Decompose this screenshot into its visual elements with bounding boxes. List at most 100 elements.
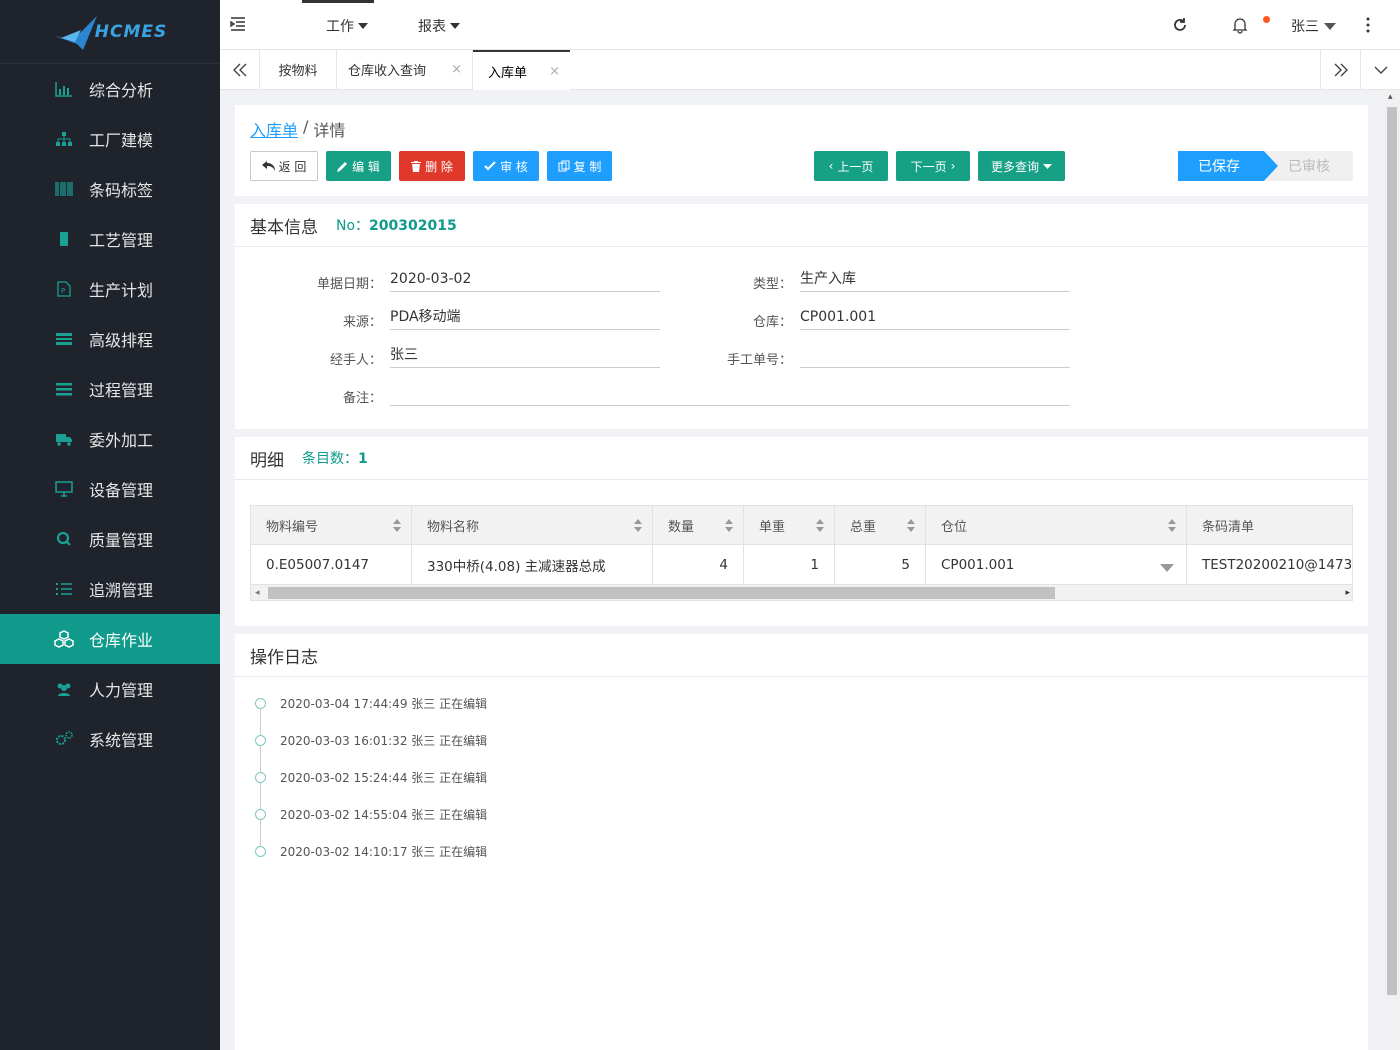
table-cell: 0.E05007.0147 [251, 545, 412, 584]
column-header[interactable]: 条码清单 [1187, 506, 1352, 545]
tab-close-icon[interactable]: × [549, 64, 560, 79]
item-count: 条目数：1 [302, 451, 368, 467]
sidebar-item[interactable]: 质量管理 [0, 514, 220, 564]
sidebar-item-label: 工艺管理 [89, 231, 154, 250]
pencil-icon [337, 161, 348, 172]
timeline-dot [255, 808, 266, 820]
scrollbar-thumb[interactable] [268, 587, 1055, 599]
scroll-up-arrow-icon[interactable]: ▴ [1388, 92, 1393, 102]
tab-close-icon[interactable]: × [451, 62, 462, 77]
type-label: 类型： [752, 277, 792, 292]
page-scrollbar-thumb[interactable] [1387, 107, 1397, 995]
more-query-button[interactable]: 更多查询 [978, 151, 1065, 181]
handler-field[interactable]: 张三 [390, 346, 660, 368]
menu-toggle-icon[interactable] [230, 16, 246, 32]
sidebar-item[interactable]: 过程管理 [0, 364, 220, 414]
status-steps: 已保存 已审核 [1178, 151, 1353, 181]
schedule-icon [54, 329, 74, 349]
column-header[interactable]: 仓位 [926, 506, 1187, 545]
tab-inbound-order[interactable]: 入库单 × [473, 50, 570, 90]
page-scrollbar[interactable]: ▴ [1384, 90, 1400, 1050]
tab-by-material[interactable]: 按物料 [260, 50, 337, 89]
sidebar-item[interactable]: 工艺管理 [0, 214, 220, 264]
column-header[interactable]: 数量 [653, 506, 744, 545]
detail-table: 物料编号 物料名称 数量 单重 总重 仓位 条码清单 0.E05007.0147 330中桥(4… [250, 505, 1353, 601]
refresh-icon[interactable] [1171, 16, 1189, 34]
column-header[interactable]: 总重 [835, 506, 926, 545]
sidebar-item[interactable]: 仓库作业 [0, 614, 220, 664]
source-field[interactable]: PDA移动端 [390, 308, 660, 330]
sidebar-item-label: 系统管理 [89, 731, 154, 750]
main-content: 入库单 / 详情 返 回 编 辑 删 除 审 核 复 制 ‹ 上一页 下一页 ›… [220, 90, 1384, 1050]
section-title: 明细 [250, 450, 284, 471]
sort-icon[interactable] [634, 519, 642, 532]
sort-icon[interactable] [816, 519, 824, 532]
table-cell: TEST20200210@14733 [1187, 545, 1352, 584]
scroll-left-arrow-icon[interactable]: ◂ [255, 585, 260, 600]
sidebar-item[interactable]: P 生产计划 [0, 264, 220, 314]
truck-icon [54, 429, 74, 449]
nav-report-menu[interactable]: 报表 [418, 16, 460, 36]
more-vertical-icon[interactable] [1364, 16, 1372, 34]
sort-icon[interactable] [725, 519, 733, 532]
sidebar-item[interactable]: 委外加工 [0, 414, 220, 464]
edit-button[interactable]: 编 辑 [326, 151, 391, 181]
barcode-icon [54, 179, 74, 199]
detail-card: 明细 条目数：1 物料编号 物料名称 数量 单重 总重 仓位 条码清单 0.E05007.01… [235, 437, 1368, 626]
sidebar-item[interactable]: 设备管理 [0, 464, 220, 514]
user-menu[interactable]: 张三 [1291, 16, 1336, 36]
tabs-scroll-right-icon[interactable] [1320, 50, 1360, 89]
remark-label: 备注： [342, 391, 382, 406]
bar-chart-icon [54, 79, 74, 99]
notification-dot [1263, 16, 1270, 23]
sidebar-item[interactable]: 条码标签 [0, 164, 220, 214]
sidebar-item-label: 设备管理 [89, 481, 154, 500]
dropdown-arrow-icon[interactable] [1160, 560, 1174, 576]
tab-warehouse-income-query[interactable]: 仓库收入查询 × [337, 50, 473, 89]
type-field[interactable]: 生产入库 [800, 270, 1070, 292]
nav-work-menu[interactable]: 工作 [326, 16, 368, 36]
sidebar-item-label: 人力管理 [89, 681, 154, 700]
audit-button[interactable]: 审 核 [473, 151, 539, 181]
prev-page-button[interactable]: ‹ 上一页 [814, 151, 888, 181]
horizontal-scrollbar[interactable]: ◂ ▸ [251, 585, 1352, 600]
notification-bell-icon[interactable] [1231, 16, 1249, 34]
table-cell[interactable]: CP001.001 [926, 545, 1187, 584]
back-button[interactable]: 返 回 [250, 151, 318, 181]
tabs-dropdown-icon[interactable] [1360, 50, 1400, 89]
reply-icon [261, 160, 275, 171]
column-header[interactable]: 物料编号 [251, 506, 412, 545]
column-header[interactable]: 物料名称 [412, 506, 653, 545]
date-field[interactable]: 2020-03-02 [390, 270, 660, 292]
manual-no-field[interactable] [800, 346, 1070, 368]
active-menu-indicator [302, 0, 374, 3]
copy-button[interactable]: 复 制 [547, 151, 612, 181]
remark-field[interactable] [390, 384, 1070, 406]
sidebar-item[interactable]: 人力管理 [0, 664, 220, 714]
log-entry: 2020-03-02 14:55:04 张三 正在编辑 [255, 804, 487, 824]
sidebar-item[interactable]: 综合分析 [0, 64, 220, 114]
logo[interactable]: HCMES [0, 0, 220, 64]
sidebar-item[interactable]: 工厂建模 [0, 114, 220, 164]
sidebar-item[interactable]: 系统管理 [0, 714, 220, 764]
caret-down-icon [358, 23, 368, 29]
source-label: 来源： [342, 315, 382, 330]
list-icon [54, 379, 74, 399]
scroll-right-arrow-icon[interactable]: ▸ [1345, 585, 1350, 600]
status-step-saved: 已保存 [1178, 151, 1278, 181]
sort-icon[interactable] [907, 519, 915, 532]
sort-icon[interactable] [393, 519, 401, 532]
next-page-button[interactable]: 下一页 › [896, 151, 970, 181]
delete-button[interactable]: 删 除 [399, 151, 465, 181]
sidebar-item[interactable]: 追溯管理 [0, 564, 220, 614]
caret-down-icon [1324, 22, 1336, 30]
breadcrumb-link[interactable]: 入库单 [250, 117, 298, 141]
caret-down-icon [450, 23, 460, 29]
tabs-scroll-left-icon[interactable] [220, 50, 260, 89]
column-header[interactable]: 单重 [744, 506, 835, 545]
sort-icon[interactable] [1168, 519, 1176, 532]
sidebar-item[interactable]: 高级排程 [0, 314, 220, 364]
warehouse-field[interactable]: CP001.001 [800, 308, 1070, 330]
list-ordered-icon [54, 579, 74, 599]
tabs-bar: 按物料 仓库收入查询 × 入库单 × [220, 50, 1400, 90]
